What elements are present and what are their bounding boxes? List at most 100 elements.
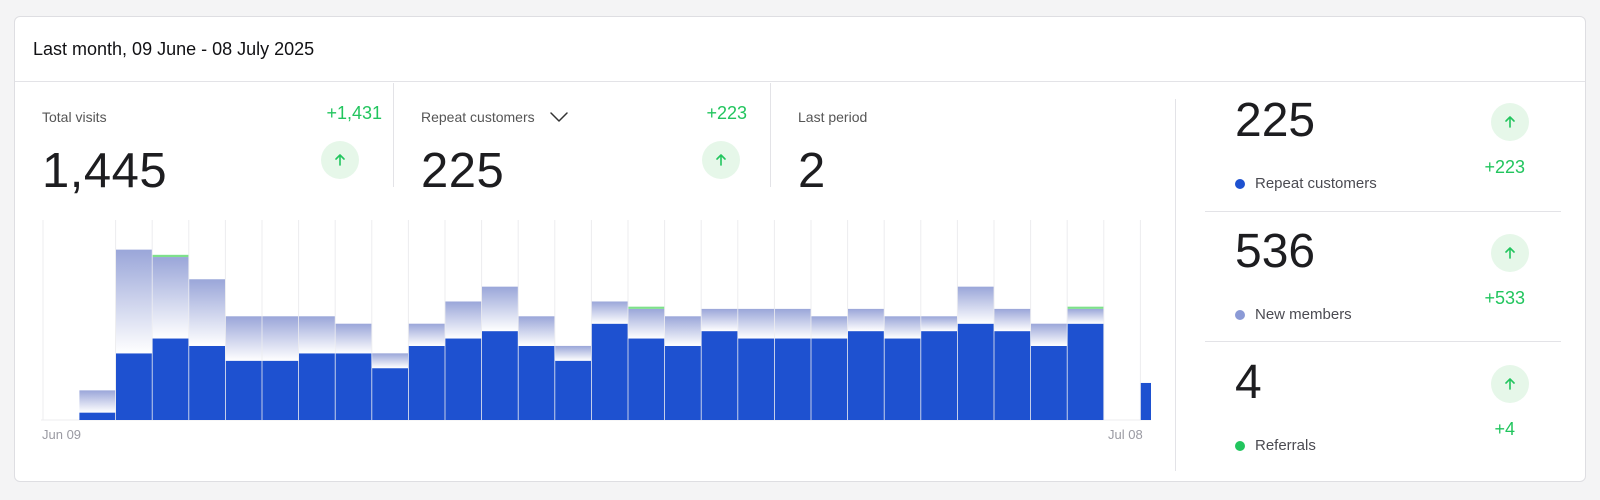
bar-new-members [555, 345, 591, 361]
breakdown-delta: +4 [1494, 419, 1515, 439]
bar-new-members [957, 286, 994, 324]
bar-repeat-customers [1140, 382, 1151, 420]
legend-item: Repeat customers [1235, 175, 1377, 192]
bar-repeat-customers [445, 338, 482, 420]
stat-delta: +223 [706, 103, 747, 123]
bar-repeat-customers [299, 353, 335, 420]
arrow-up-icon[interactable] [321, 141, 359, 179]
bar-new-members [152, 257, 189, 339]
stat-label: Last period [798, 109, 868, 125]
bar-new-members [335, 323, 372, 354]
stat-last-period: Last period 2 [798, 83, 1138, 203]
bar-new-members [445, 301, 482, 339]
bar-new-members [994, 308, 1031, 332]
stat-label-dropdown[interactable]: Repeat customers [421, 109, 569, 126]
breakdown-value: 536 [1235, 225, 1316, 278]
bar-new-members [225, 316, 262, 361]
arrow-up-icon[interactable] [1491, 234, 1529, 272]
bar-new-members [299, 316, 335, 354]
arrow-up-icon[interactable] [1491, 365, 1529, 403]
bar-new-members [79, 390, 116, 413]
bar-repeat-customers [335, 353, 372, 420]
bar-new-members [372, 353, 408, 369]
stat-delta: +1,431 [326, 103, 382, 123]
bar-referrals [152, 254, 189, 258]
bar-repeat-customers [701, 331, 738, 420]
bar-repeat-customers [957, 323, 994, 420]
stat-value: 1,445 [42, 144, 168, 198]
bar-new-members [408, 323, 445, 346]
x-axis-start-label: Jun 09 [42, 427, 82, 442]
bar-repeat-customers [225, 360, 262, 420]
breakdown-delta: +533 [1484, 288, 1525, 308]
bar-new-members [1031, 323, 1067, 346]
visits-bar-chart [41, 220, 1151, 421]
legend-dot [1235, 309, 1245, 320]
bar-new-members [884, 316, 921, 339]
stat-divider [770, 83, 771, 187]
bar-repeat-customers [262, 360, 299, 420]
bar-new-members [921, 316, 957, 332]
bar-repeat-customers [408, 345, 445, 420]
bar-repeat-customers [848, 331, 884, 420]
bar-repeat-customers [518, 345, 555, 420]
bar-new-members [701, 308, 738, 332]
bar-repeat-customers [591, 323, 628, 420]
bar-new-members [116, 249, 152, 354]
bar-repeat-customers [1067, 323, 1104, 420]
bar-repeat-customers [1031, 345, 1067, 420]
breakdown-delta: +223 [1484, 157, 1525, 177]
bar-repeat-customers [372, 368, 408, 420]
chevron-down-icon[interactable] [549, 110, 569, 126]
bar-new-members [189, 279, 225, 346]
bar-new-members [1067, 308, 1104, 324]
breakdown-divider [1205, 211, 1561, 212]
stats-card: Last month, 09 June - 08 July 2025 Total… [14, 16, 1586, 482]
stat-label: Total visits [42, 109, 107, 125]
bar-repeat-customers [884, 338, 921, 420]
bar-repeat-customers [994, 331, 1031, 420]
bar-referrals [1067, 306, 1104, 309]
stat-total-visits: Total visits 1,445 +1,431 [42, 83, 382, 203]
legend-label: New members [1255, 306, 1352, 323]
legend-item: Referrals [1235, 437, 1316, 454]
bar-new-members [262, 316, 299, 361]
x-axis-end-label: Jul 08 [1108, 427, 1143, 442]
bar-new-members [811, 316, 848, 339]
bar-repeat-customers [738, 338, 774, 420]
bar-new-members [628, 308, 665, 339]
bar-repeat-customers [665, 345, 701, 420]
stat-value: 2 [798, 144, 826, 198]
stat-repeat-customers: Repeat customers 225 +223 [421, 83, 761, 203]
legend-dot [1235, 440, 1245, 451]
breakdown-referrals: 4 Referrals +4 [1205, 355, 1551, 485]
bar-repeat-customers [555, 360, 591, 420]
legend-label: Referrals [1255, 437, 1316, 454]
bar-repeat-customers [116, 353, 152, 420]
breakdown-value: 225 [1235, 94, 1316, 147]
bar-new-members [848, 308, 884, 332]
stat-value: 225 [421, 144, 505, 198]
stat-label: Repeat customers [421, 109, 535, 125]
bar-referrals [628, 306, 665, 309]
arrow-up-icon[interactable] [702, 141, 740, 179]
bar-repeat-customers [921, 331, 957, 420]
bar-new-members [738, 308, 774, 339]
breakdown-repeat-customers: 225 Repeat customers +223 [1205, 93, 1551, 223]
stat-divider [393, 83, 394, 187]
bar-repeat-customers [152, 338, 189, 420]
bar-new-members [591, 301, 628, 324]
legend-label: Repeat customers [1255, 175, 1377, 192]
bar-repeat-customers [189, 345, 225, 420]
bar-new-members [665, 316, 701, 346]
period-title: Last month, 09 June - 08 July 2025 [15, 17, 1585, 82]
bar-new-members [774, 308, 811, 339]
bar-repeat-customers [482, 331, 518, 420]
bar-repeat-customers [79, 412, 116, 420]
bar-repeat-customers [628, 338, 665, 420]
breakdown-value: 4 [1235, 356, 1262, 409]
bar-new-members [518, 316, 555, 346]
arrow-up-icon[interactable] [1491, 103, 1529, 141]
legend-dot [1235, 178, 1245, 189]
bar-repeat-customers [811, 338, 848, 420]
